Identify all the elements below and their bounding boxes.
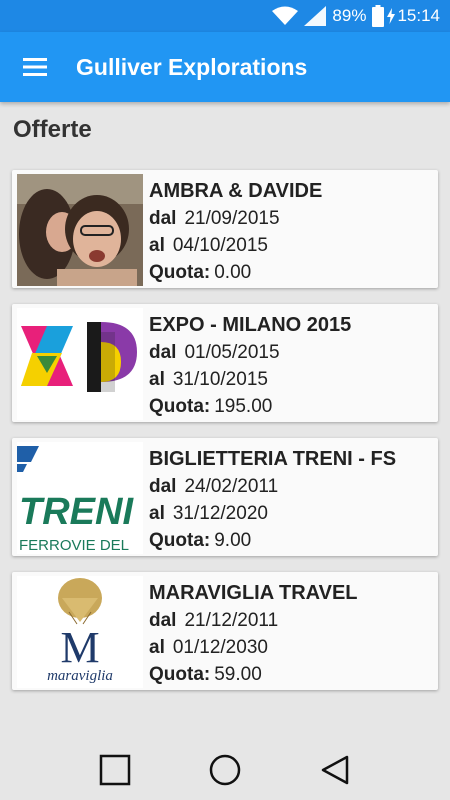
from-label: dal — [149, 610, 177, 631]
offer-info: EXPO - MILANO 2015 dal 01/05/2015 al 31/10… — [143, 304, 351, 422]
recent-apps-icon[interactable] — [91, 746, 139, 794]
signal-icon — [304, 6, 327, 26]
offer-info: BIGLIETTERIA TRENI - FS dal 24/02/2011 al… — [143, 438, 396, 556]
to-label: al — [149, 369, 165, 390]
offer-price: 59.00 — [214, 664, 262, 685]
charging-icon — [387, 8, 396, 24]
offer-from-date: 24/02/2011 — [184, 476, 279, 497]
battery-percent: 89% — [332, 6, 367, 25]
offer-card[interactable]: M maraviglia MARAVIGLIA TRAVEL dal 21/12/… — [12, 572, 438, 690]
offer-name: BIGLIETTERIA TRENI - FS — [149, 448, 397, 470]
treni-logo-subtext: FERROVIE DEL — [19, 537, 129, 554]
app-title: Gulliver Explorations — [76, 53, 308, 80]
from-label: dal — [149, 476, 177, 497]
offer-name: EXPO - MILANO 2015 — [149, 314, 352, 336]
offer-card[interactable]: AMBRA & DAVIDE dal 21/09/2015 al 04/10/201… — [12, 170, 438, 288]
price-label: Quota: — [149, 530, 211, 551]
offer-price: 9.00 — [214, 530, 252, 551]
offer-to-date: 31/12/2020 — [172, 503, 268, 524]
treni-logo: TRENI FERROVIE DEL — [17, 442, 143, 554]
wifi-icon — [272, 6, 299, 26]
offer-card[interactable]: TRENI FERROVIE DEL BIGLIETTERIA TRENI - … — [12, 438, 438, 556]
offer-from-date: 01/05/2015 — [184, 342, 280, 363]
offer-from-date: 21/09/2015 — [184, 208, 280, 229]
treni-logo-text: TRENI — [19, 491, 134, 533]
offer-to-date: 01/12/2030 — [172, 637, 268, 658]
offer-price: 0.00 — [214, 262, 252, 283]
offer-name: AMBRA & DAVIDE — [149, 180, 323, 202]
maraviglia-logo: M maraviglia — [17, 576, 143, 688]
offer-info: MARAVIGLIA TRAVEL dal 21/12/2011 al 01/12/… — [143, 572, 358, 690]
couple-photo — [17, 174, 143, 286]
price-label: Quota: — [149, 664, 211, 685]
offer-card[interactable]: EXPO - MILANO 2015 dal 01/05/2015 al 31/10… — [12, 304, 438, 422]
from-label: dal — [149, 342, 177, 363]
offer-to-date: 04/10/2015 — [172, 235, 268, 256]
to-label: al — [149, 235, 165, 256]
home-icon[interactable] — [201, 746, 249, 794]
maraviglia-logo-script: maraviglia — [47, 668, 113, 684]
price-label: Quota: — [149, 396, 211, 417]
to-label: al — [149, 637, 165, 658]
hamburger-menu-icon[interactable] — [0, 32, 70, 102]
offer-name: MARAVIGLIA TRAVEL — [149, 582, 358, 604]
offer-from-date: 21/12/2011 — [184, 610, 279, 631]
navigation-bar — [0, 740, 450, 800]
back-icon[interactable] — [311, 746, 359, 794]
maraviglia-logo-letter: M — [60, 623, 99, 672]
section-title: Offerte — [13, 116, 92, 143]
status-bar: 89% 15:14 — [0, 0, 450, 32]
expo-logo — [17, 308, 143, 420]
price-label: Quota: — [149, 262, 211, 283]
to-label: al — [149, 503, 165, 524]
from-label: dal — [149, 208, 177, 229]
offer-to-date: 31/10/2015 — [172, 369, 268, 390]
offer-price: 195.00 — [214, 396, 273, 417]
app-bar: Gulliver Explorations — [0, 32, 450, 102]
clock-time: 15:14 — [397, 6, 440, 25]
battery-icon — [372, 5, 385, 27]
offers-list: AMBRA & DAVIDE dal 21/09/2015 al 04/10/201… — [12, 170, 438, 706]
offer-info: AMBRA & DAVIDE dal 21/09/2015 al 04/10/201… — [143, 170, 322, 288]
